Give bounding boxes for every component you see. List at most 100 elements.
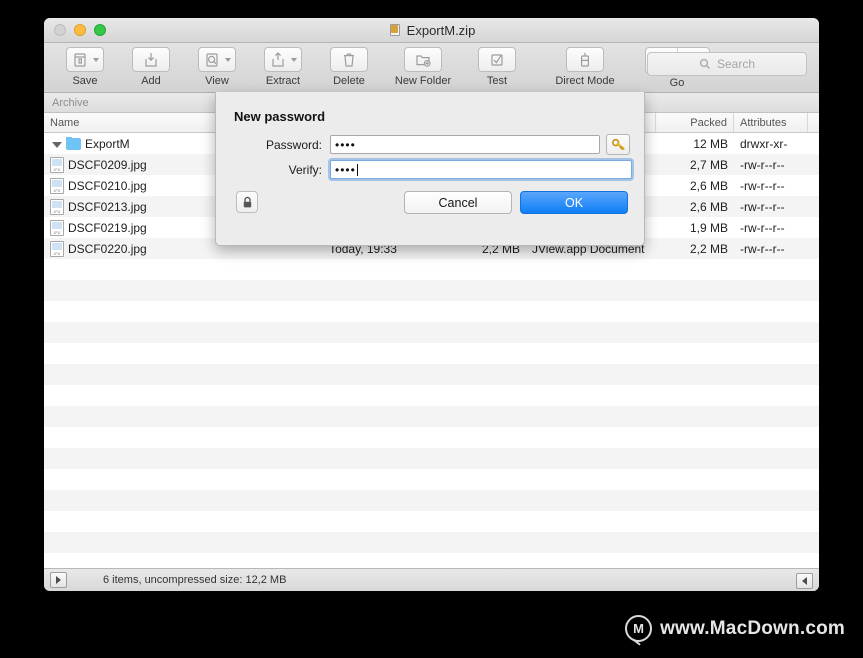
table-row-empty [44, 280, 819, 301]
search-placeholder: Search [716, 57, 756, 71]
extract-button[interactable] [264, 47, 302, 72]
delete-label: Delete [333, 75, 365, 87]
password-input[interactable]: •••• [330, 135, 600, 154]
text-caret [356, 163, 358, 176]
zip-archive-icon [388, 23, 402, 37]
status-text: 6 items, uncompressed size: 12,2 MB [103, 574, 287, 586]
chevron-down-icon [93, 57, 99, 62]
verify-field-row: Verify: •••• [234, 160, 632, 179]
table-row-empty [44, 511, 819, 532]
row-packed: 2,6 MB [689, 199, 728, 214]
add-box-down-arrow-icon [145, 52, 157, 67]
toolbar-direct-mode[interactable]: Direct Mode [546, 47, 624, 87]
direct-mode-label: Direct Mode [555, 75, 615, 87]
extract-box-up-arrow-icon [272, 51, 284, 67]
toolbar-new-folder[interactable]: New Folder [384, 47, 462, 87]
macdown-m-logo: M [625, 615, 653, 642]
direct-mode-button[interactable] [566, 47, 604, 72]
add-button[interactable] [132, 47, 170, 72]
main-toolbar: Save Add View Extract Delete New Folder … [44, 43, 819, 93]
row-attributes: -rw-r--r-- [740, 199, 785, 214]
table-row-empty [44, 427, 819, 448]
table-row-empty [44, 343, 819, 364]
row-name: DSCF0210.jpg [68, 178, 147, 193]
key-icon [611, 138, 625, 151]
test-button[interactable] [478, 47, 516, 72]
chevron-down-icon [291, 57, 297, 62]
column-header-attributes[interactable]: Attributes [734, 113, 808, 132]
encryption-settings-button[interactable] [236, 191, 258, 213]
save-button[interactable] [66, 47, 104, 72]
sidebar-toggle-button[interactable] [50, 572, 67, 588]
verify-value: •••• [335, 162, 356, 177]
watermark-text: www.MacDown.com [660, 617, 845, 639]
search-icon [699, 58, 710, 69]
delete-button[interactable] [330, 47, 368, 72]
cancel-button[interactable]: Cancel [404, 191, 512, 214]
window-title: ExportM.zip [406, 22, 476, 38]
toolbar-extract[interactable]: Extract [252, 47, 314, 87]
path-bar-label: Archive [52, 96, 89, 109]
dialog-buttons: Cancel OK [404, 191, 628, 214]
checkmark-box-icon [491, 53, 503, 66]
toolbar-delete[interactable]: Delete [318, 47, 380, 87]
dialog-title: New password [234, 109, 326, 124]
table-row-empty [44, 385, 819, 406]
folder-icon [66, 136, 81, 150]
jpeg-file-icon [50, 240, 64, 257]
row-name: ExportM [85, 136, 130, 151]
magnifier-page-icon [206, 52, 218, 67]
new-folder-label: New Folder [394, 75, 452, 87]
table-row-empty [44, 301, 819, 322]
folder-plus-icon [416, 54, 431, 67]
window-titlebar: ExportM.zip [44, 18, 819, 43]
chevron-down-icon [225, 57, 231, 62]
row-attributes: drwxr-xr- [740, 136, 788, 151]
table-row-empty [44, 406, 819, 427]
save-archive-icon [74, 52, 86, 67]
archive-window: ExportM.zip Save Add View Extract Delete… [44, 18, 819, 591]
verify-input[interactable]: •••• [330, 160, 632, 179]
table-row-empty [44, 532, 819, 553]
jpeg-file-icon [50, 156, 64, 173]
row-packed: 2,6 MB [689, 178, 728, 193]
column-header-packed[interactable]: Packed [656, 113, 734, 132]
row-packed: 2,2 MB [689, 241, 728, 256]
search-input[interactable]: Search [647, 52, 807, 76]
jpeg-file-icon [50, 198, 64, 215]
inspector-toggle-button[interactable] [796, 573, 813, 589]
expand-right-triangle-icon [56, 576, 61, 584]
go-label: Go [669, 77, 685, 89]
jpeg-file-icon [50, 177, 64, 194]
password-field-row: Password: •••• [234, 134, 630, 155]
padlock-icon [243, 196, 251, 207]
ok-button[interactable]: OK [520, 191, 628, 214]
new-folder-button[interactable] [404, 47, 442, 72]
window-title-group: ExportM.zip [44, 18, 819, 42]
row-name: DSCF0213.jpg [68, 199, 147, 214]
toolbar-view[interactable]: View [186, 47, 248, 87]
generate-password-button[interactable] [606, 134, 630, 155]
table-row-empty [44, 490, 819, 511]
row-attributes: -rw-r--r-- [740, 241, 785, 256]
row-attributes: -rw-r--r-- [740, 220, 785, 235]
row-packed: 2,7 MB [689, 157, 728, 172]
add-label: Add [141, 75, 161, 87]
row-packed: 12 MB [693, 136, 728, 151]
row-attributes: -rw-r--r-- [740, 178, 785, 193]
row-attributes: -rw-r--r-- [740, 157, 785, 172]
view-button[interactable] [198, 47, 236, 72]
table-row-empty [44, 469, 819, 490]
toolbar-add[interactable]: Add [120, 47, 182, 87]
save-label: Save [72, 75, 98, 87]
new-password-dialog: New password Password: •••• Verify: •••• [215, 92, 645, 246]
test-label: Test [486, 75, 508, 87]
disclosure-triangle-icon[interactable] [52, 141, 62, 148]
toolbar-save[interactable]: Save [54, 47, 116, 87]
status-bar: 6 items, uncompressed size: 12,2 MB [44, 568, 819, 591]
jpeg-file-icon [50, 219, 64, 236]
table-row-empty [44, 553, 819, 568]
verify-label: Verify: [288, 162, 322, 177]
toolbar-test[interactable]: Test [466, 47, 528, 87]
table-row-empty [44, 448, 819, 469]
